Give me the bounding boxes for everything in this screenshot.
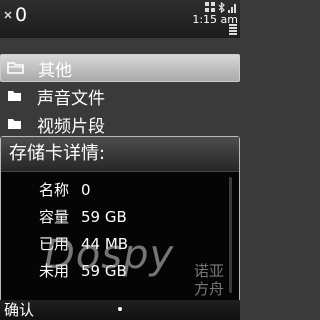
detail-row-name: 名称 0 (39, 177, 128, 204)
list-item-label: 其他 (38, 60, 72, 81)
list-item-video-clips[interactable]: 视频片段 (0, 110, 240, 138)
detail-value: 59 GB (81, 208, 127, 226)
list-item-label: 视频片段 (37, 116, 105, 137)
folder-icon (8, 91, 21, 101)
folder-list: 其他 声音文件 视频片段 (0, 54, 240, 138)
bluetooth-icon (218, 1, 225, 13)
back-arrow-icon (4, 11, 12, 19)
detail-value: 0 (81, 181, 91, 199)
list-item-sound-files[interactable]: 声音文件 (0, 82, 240, 110)
watermark-cn-line1: 诺亚 (194, 262, 225, 280)
folder-open-icon (7, 62, 24, 74)
grid-indicator-icon (205, 2, 215, 12)
dialog-scrollbar[interactable] (229, 177, 232, 293)
battery-icon (229, 24, 237, 35)
confirm-softkey[interactable]: 确认 (4, 300, 34, 320)
detail-key: 名称 (39, 181, 70, 199)
watermark-logo: Dospy (44, 232, 175, 278)
folder-icon (8, 119, 21, 129)
title-area: 0 (4, 3, 27, 27)
list-item-other[interactable]: 其他 (0, 54, 240, 82)
status-indicators: 1:15 am (192, 1, 238, 26)
dialog-title: 存储卡详情: (1, 137, 239, 172)
list-item-label: 声音文件 (37, 88, 105, 109)
watermark-cn-line2: 方舟 (194, 280, 225, 298)
detail-row-capacity: 容量 59 GB (39, 204, 128, 231)
folder-title: 0 (15, 4, 28, 26)
detail-key: 容量 (39, 208, 70, 226)
watermark-cn: 诺亚 方舟 (194, 262, 224, 298)
status-bar: 0 1:15 am (0, 0, 240, 38)
center-select-key[interactable] (118, 307, 122, 311)
signal-icon (228, 3, 236, 13)
softkey-bar: 确认 (0, 300, 240, 320)
